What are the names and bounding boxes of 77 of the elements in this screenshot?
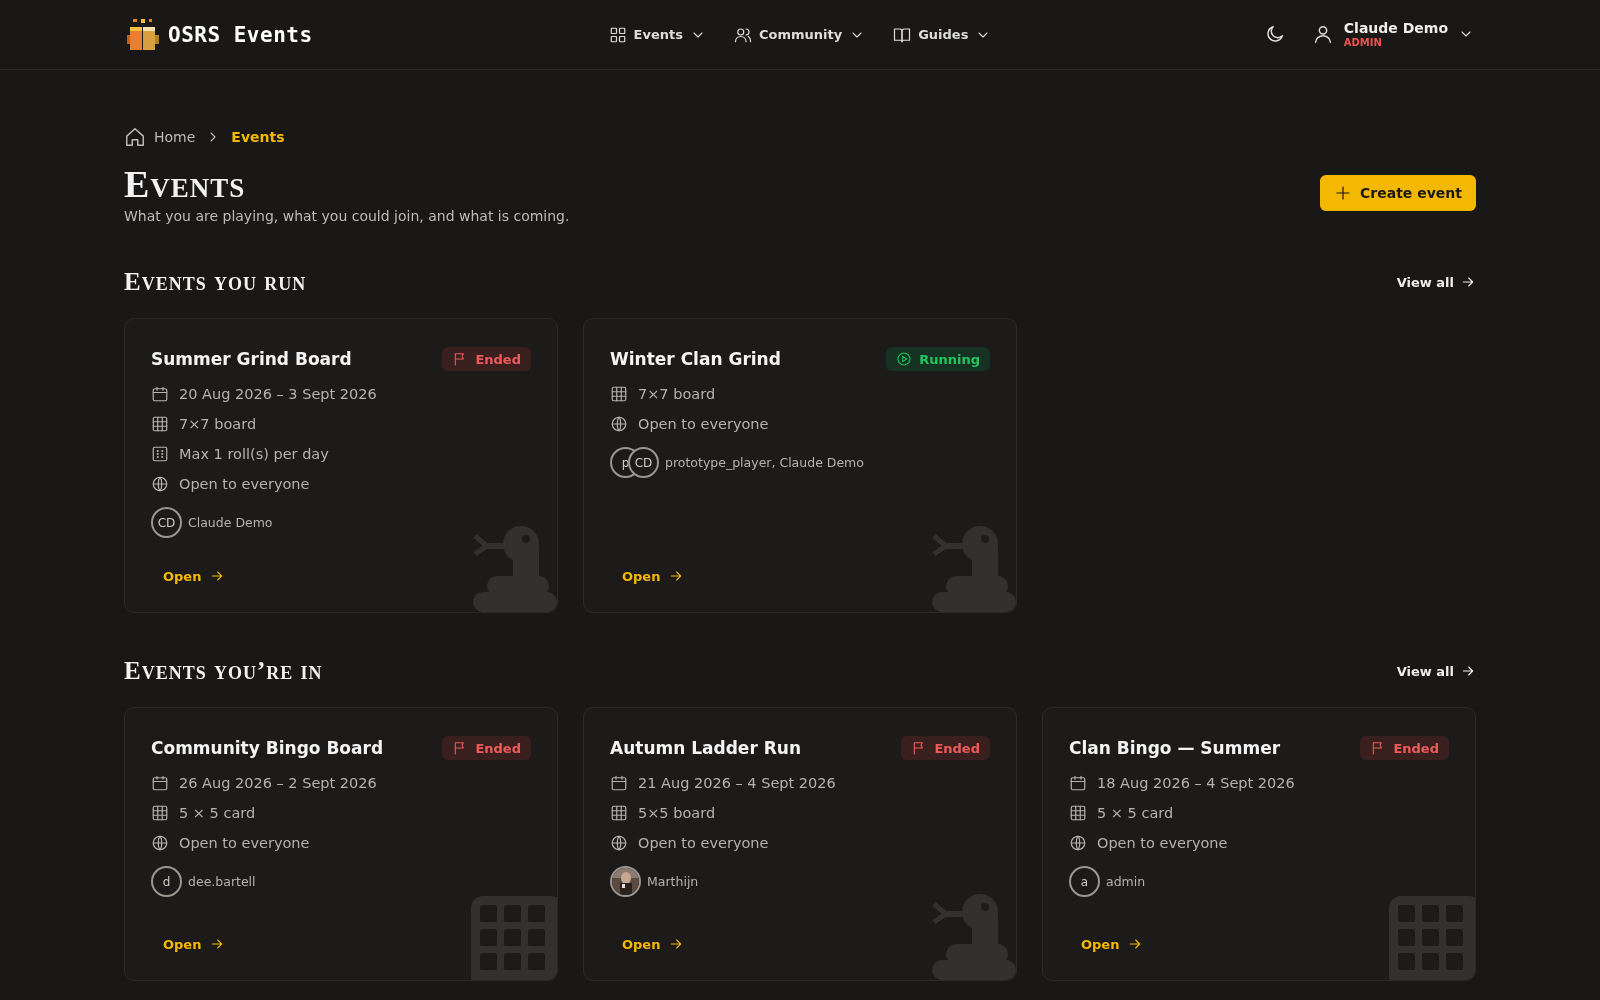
play-icon <box>896 351 913 367</box>
create-event-button[interactable]: Create event <box>1320 175 1476 211</box>
event-detail: 21 Aug 2026 – 4 Sept 2026 <box>638 775 836 791</box>
event-detail: 7×7 board <box>179 416 257 432</box>
open-link[interactable]: Open <box>622 918 685 952</box>
event-detail: 5 × 5 card <box>179 805 256 821</box>
globe-icon <box>151 475 169 493</box>
book-icon <box>893 25 912 44</box>
participant-names: prototype_player, Claude Demo <box>665 455 864 470</box>
calendar-icon <box>610 774 628 792</box>
users-icon <box>733 25 752 44</box>
page-title: Events <box>124 162 247 206</box>
arrow-right-icon <box>1460 663 1476 679</box>
participant-names: Claude Demo <box>188 515 273 530</box>
open-link[interactable]: Open <box>622 550 685 584</box>
mugs-logo <box>126 18 160 51</box>
grid-icon <box>610 385 628 403</box>
event-detail: Open to everyone <box>179 476 310 492</box>
nav-menu[interactable]: Events <box>608 25 706 44</box>
calendar-icon <box>151 385 169 403</box>
status-badge: Ended <box>442 736 531 760</box>
page-subtitle: What you are playing, what you could join, and what is coming. <box>124 208 570 224</box>
calendar-icon <box>151 774 169 792</box>
section-title: Events you run <box>124 268 307 296</box>
breadcrumb-link[interactable]: Home <box>154 129 196 145</box>
breadcrumb-link[interactable]: Events <box>231 129 285 145</box>
event-title: Community Bingo Board <box>151 738 384 758</box>
status-badge: Running <box>886 347 990 371</box>
globe-icon <box>610 834 628 852</box>
user-name[interactable]: Claude Demo <box>1343 21 1448 37</box>
avatar: CD <box>628 447 659 478</box>
dice-icon <box>151 445 169 463</box>
avatar: d <box>151 866 182 897</box>
event-detail: 20 Aug 2026 – 3 Sept 2026 <box>179 386 377 402</box>
event-title: Winter Clan Grind <box>610 349 781 369</box>
home-icon <box>124 126 146 148</box>
event-title: Clan Bingo — Summer <box>1069 738 1281 758</box>
globe-icon <box>610 415 628 433</box>
status-badge: Ended <box>1360 736 1449 760</box>
event-detail: 5 × 5 card <box>1097 805 1174 821</box>
event-detail: 26 Aug 2026 – 2 Sept 2026 <box>179 775 377 791</box>
event-detail: 7×7 board <box>638 386 716 402</box>
event-detail: Open to everyone <box>638 835 769 851</box>
event-title: Summer Grind Board <box>151 349 352 369</box>
event-detail: Open to everyone <box>638 416 769 432</box>
globe-icon <box>1069 834 1087 852</box>
status-badge: Ended <box>442 347 531 371</box>
section-title: Events you’re in <box>124 657 323 685</box>
avatar: CD <box>151 507 182 538</box>
event-detail: Open to everyone <box>1097 835 1228 851</box>
open-link[interactable]: Open <box>163 918 226 952</box>
arrow-right-icon <box>1460 274 1476 290</box>
user-role: ADMIN <box>1343 36 1383 48</box>
nav-menu[interactable]: Guides <box>893 25 992 44</box>
event-detail: Open to everyone <box>179 835 310 851</box>
grid-icon <box>151 415 169 433</box>
calendar-icon <box>1069 774 1087 792</box>
event-title: Autumn Ladder Run <box>610 738 801 758</box>
grid-icon <box>608 25 627 44</box>
avatar: a <box>1069 866 1100 897</box>
grid-icon <box>151 804 169 822</box>
nav-menu[interactable]: Community <box>733 25 866 44</box>
open-link[interactable]: Open <box>1081 918 1144 952</box>
event-detail: 18 Aug 2026 – 4 Sept 2026 <box>1097 775 1295 791</box>
grid-icon <box>610 804 628 822</box>
participant-names: Marthijn <box>647 874 699 889</box>
view-all-link[interactable]: View all <box>1396 663 1476 679</box>
view-all-link[interactable]: View all <box>1396 274 1476 290</box>
participant-names: dee.bartell <box>188 874 256 889</box>
event-detail: 5×5 board <box>638 805 716 821</box>
globe-icon <box>151 834 169 852</box>
open-link[interactable]: Open <box>163 550 226 584</box>
grid-icon <box>1069 804 1087 822</box>
participant-names: admin <box>1106 874 1146 889</box>
status-badge: Ended <box>901 736 990 760</box>
event-detail: Max 1 roll(s) per day <box>179 446 329 462</box>
brand-name[interactable]: OSRS Events <box>168 22 313 47</box>
